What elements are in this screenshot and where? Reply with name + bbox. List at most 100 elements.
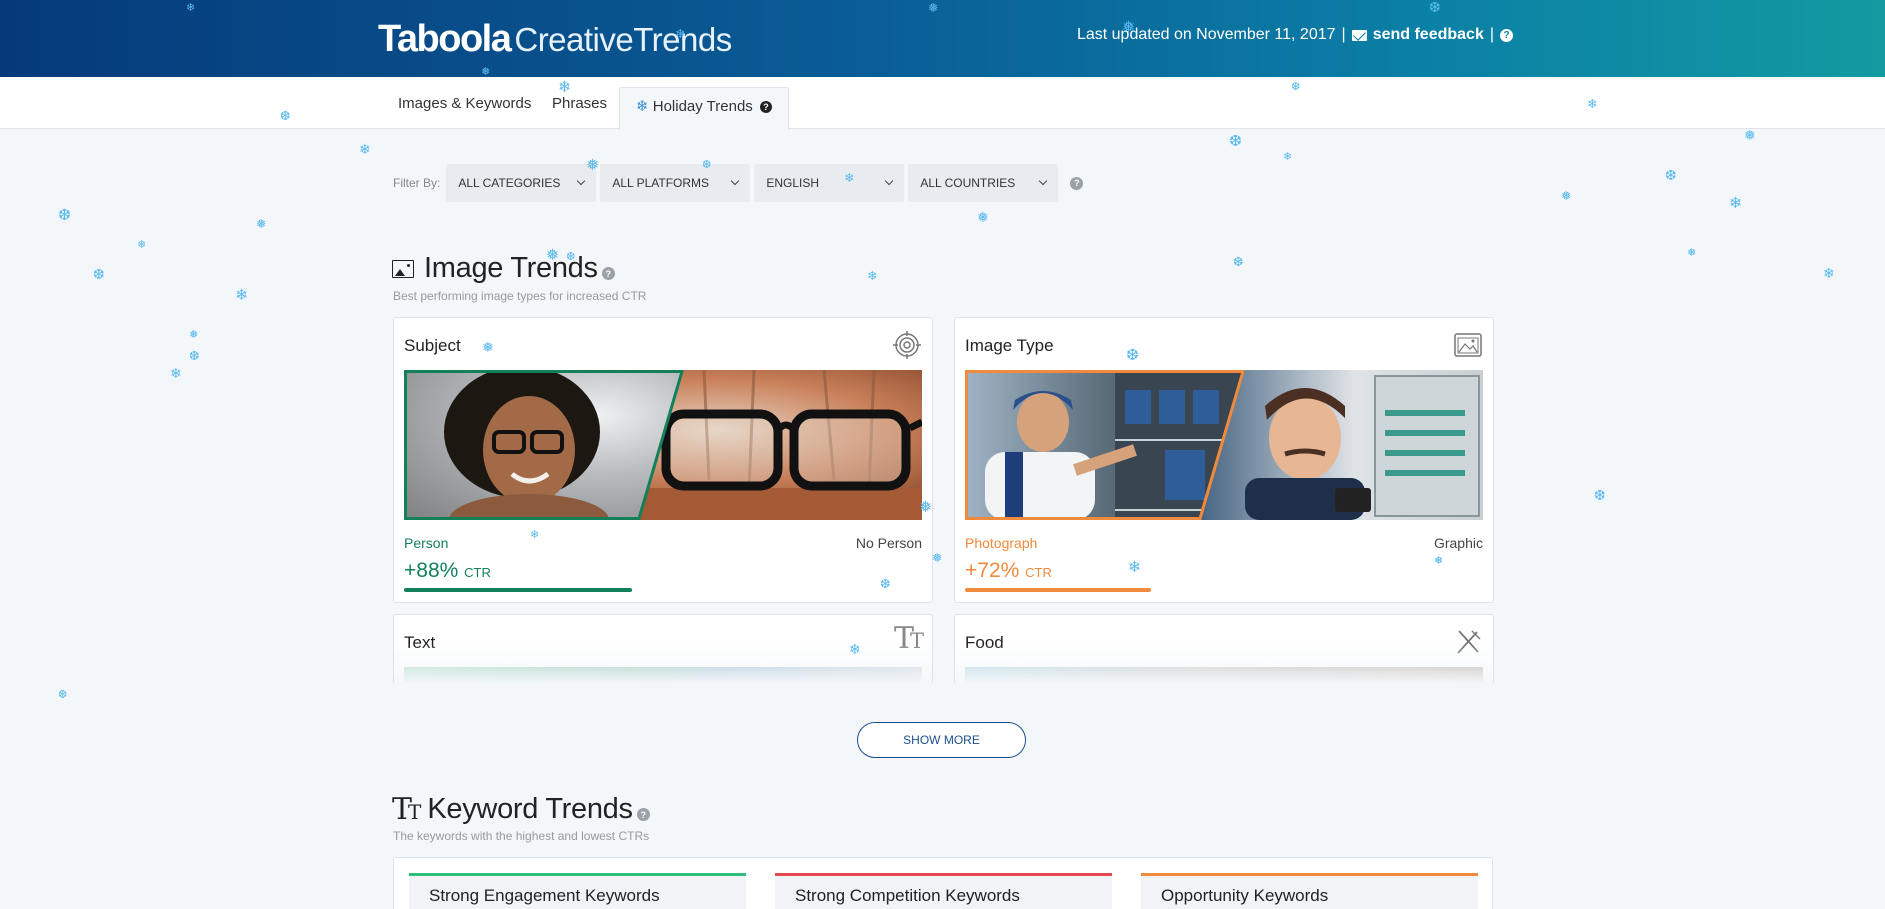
- snowflake-icon: ❆: [280, 109, 291, 123]
- ctr-number: +88%: [404, 559, 459, 582]
- text-icon: TT: [392, 792, 422, 827]
- logo-product: CreativeTrends: [514, 21, 732, 58]
- comparison-image: [404, 370, 922, 520]
- ctr-bar: [965, 588, 1151, 592]
- last-updated-text: Last updated on November 11, 2017: [1076, 26, 1336, 43]
- snowflake-icon: ❆: [1126, 347, 1139, 364]
- snowflake-icon: ❅: [1744, 127, 1756, 143]
- help-icon[interactable]: ?: [601, 267, 615, 280]
- card-title: Subject: [404, 336, 461, 355]
- snowflake-icon: ❆: [1233, 255, 1244, 269]
- snowflake-icon: ❅: [1122, 19, 1135, 36]
- snowflake-icon: ❆: [880, 577, 891, 591]
- card-title: Image Type: [965, 336, 1054, 355]
- snowflake-icon: ❆: [1229, 133, 1242, 150]
- snowflake-icon: ❆: [93, 266, 105, 282]
- snowflake-icon: ❅: [482, 339, 494, 355]
- strong-engagement-card[interactable]: Strong Engagement Keywords: [409, 873, 746, 909]
- category-select-value: ALL CATEGORIES: [458, 176, 561, 190]
- target-icon: [893, 331, 921, 359]
- accent-line: [1141, 873, 1478, 876]
- chevron-down-icon: [885, 176, 894, 186]
- show-more-button[interactable]: SHOW MORE: [857, 722, 1026, 758]
- snowflake-icon: ❅: [1561, 189, 1572, 203]
- card-title: Opportunity Keywords: [1161, 886, 1329, 905]
- strong-competition-card[interactable]: Strong Competition Keywords: [775, 873, 1112, 909]
- top-header: Taboola CreativeTrends Last updated on N…: [0, 0, 1885, 77]
- snowflake-icon: ❆: [58, 689, 68, 701]
- country-select[interactable]: ALL COUNTRIES: [908, 164, 1059, 202]
- header-meta: Last updated on November 11, 2017 | send…: [1077, 26, 1513, 44]
- keyword-cards: Strong Engagement Keywords Strong Compet…: [393, 857, 1493, 909]
- snowflake-icon: ❅: [977, 209, 989, 225]
- snowflake-icon: ❄: [235, 287, 248, 304]
- image-icon: [392, 259, 414, 278]
- chevron-down-icon: [577, 176, 586, 186]
- snowflake-icon: ❅: [256, 217, 267, 231]
- keyword-trends-title: Keyword Trends: [427, 793, 633, 825]
- snowflake-icon: ❆: [1594, 487, 1606, 503]
- language-select[interactable]: ENGLISH: [754, 164, 905, 202]
- accent-line: [775, 873, 1112, 876]
- filter-bar: Filter By: ALL CATEGORIES ALL PLATFORMS …: [393, 164, 1084, 202]
- left-label: Person: [404, 535, 449, 551]
- person-image: [404, 370, 684, 520]
- card-title: Strong Engagement Keywords: [429, 886, 660, 905]
- keyword-trends-subtitle: The keywords with the highest and lowest…: [393, 829, 650, 843]
- tab-holiday-trends[interactable]: ❄ Holiday Trends ?: [619, 87, 789, 130]
- snowflake-icon: ❄: [137, 239, 147, 251]
- snowflake-icon: ❆: [189, 349, 200, 363]
- ctr-value: +72% CTR: [965, 559, 1052, 583]
- left-label: Photograph: [965, 535, 1038, 551]
- filter-label: Filter By:: [393, 176, 441, 190]
- ctr-bar: [404, 588, 632, 592]
- tab-images-keywords[interactable]: Images & Keywords: [398, 95, 531, 112]
- help-icon[interactable]: ?: [1500, 28, 1513, 42]
- snowflake-icon: ❅: [928, 1, 939, 15]
- image-type-card[interactable]: Image Type Photograph Graphic +72% CTR: [954, 317, 1494, 603]
- ctr-number: +72%: [965, 559, 1020, 582]
- send-feedback-link[interactable]: send feedback: [1373, 26, 1484, 44]
- comparison-image: [965, 370, 1483, 520]
- snowflake-icon: ❆: [566, 251, 576, 263]
- help-icon[interactable]: ?: [1070, 176, 1084, 190]
- snowflake-icon: ❅: [919, 499, 932, 516]
- snowflake-icon: ❅: [1687, 247, 1697, 259]
- snowflake-icon: ❄: [1283, 151, 1293, 163]
- envelope-icon: [1351, 29, 1367, 41]
- keyword-trends-heading: TT Keyword Trends ?: [392, 792, 650, 827]
- image-trends-subtitle: Best performing image types for increase…: [393, 289, 647, 303]
- right-label: Graphic: [1433, 535, 1483, 551]
- opportunity-card[interactable]: Opportunity Keywords: [1141, 873, 1478, 909]
- snowflake-icon: ❅: [189, 329, 199, 341]
- snowflake-icon: ❄: [1729, 195, 1742, 212]
- help-icon[interactable]: ?: [759, 101, 772, 113]
- picture-icon: [1454, 333, 1482, 357]
- ctr-unit: CTR: [464, 565, 491, 580]
- snowflake-icon: ❄: [675, 27, 686, 41]
- image-trends-heading: Image Trends ?: [392, 252, 615, 285]
- platform-select[interactable]: ALL PLATFORMS: [600, 164, 751, 202]
- tab-holiday-trends-label: Holiday Trends: [652, 98, 753, 115]
- accent-line: [409, 873, 746, 876]
- tab-phrases[interactable]: Phrases: [552, 95, 607, 112]
- ctr-value: +88% CTR: [404, 559, 491, 583]
- snowflake-icon: ❆: [1291, 81, 1301, 93]
- fade-overlay: [955, 644, 1493, 684]
- snowflake-icon: ❄: [636, 98, 649, 115]
- snowflake-icon: ❄: [359, 141, 371, 157]
- subject-card[interactable]: Subject Person No Person +88% CTR: [393, 317, 933, 603]
- snowflake-icon: ❅: [546, 247, 559, 264]
- chevron-down-icon: [731, 176, 740, 186]
- snowflake-icon: ❄: [844, 171, 855, 185]
- snowflake-icon: ❆: [1665, 167, 1677, 183]
- category-select[interactable]: ALL CATEGORIES: [446, 164, 597, 202]
- snowflake-icon: ❆: [58, 207, 71, 224]
- language-select-value: ENGLISH: [766, 176, 820, 190]
- card-title: Strong Competition Keywords: [795, 886, 1020, 905]
- help-icon[interactable]: ?: [636, 808, 650, 821]
- snowflake-icon: ❆: [1429, 0, 1441, 15]
- ctr-unit: CTR: [1025, 565, 1052, 580]
- snowflake-icon: ❄: [867, 269, 878, 283]
- food-card[interactable]: Food: [954, 614, 1494, 684]
